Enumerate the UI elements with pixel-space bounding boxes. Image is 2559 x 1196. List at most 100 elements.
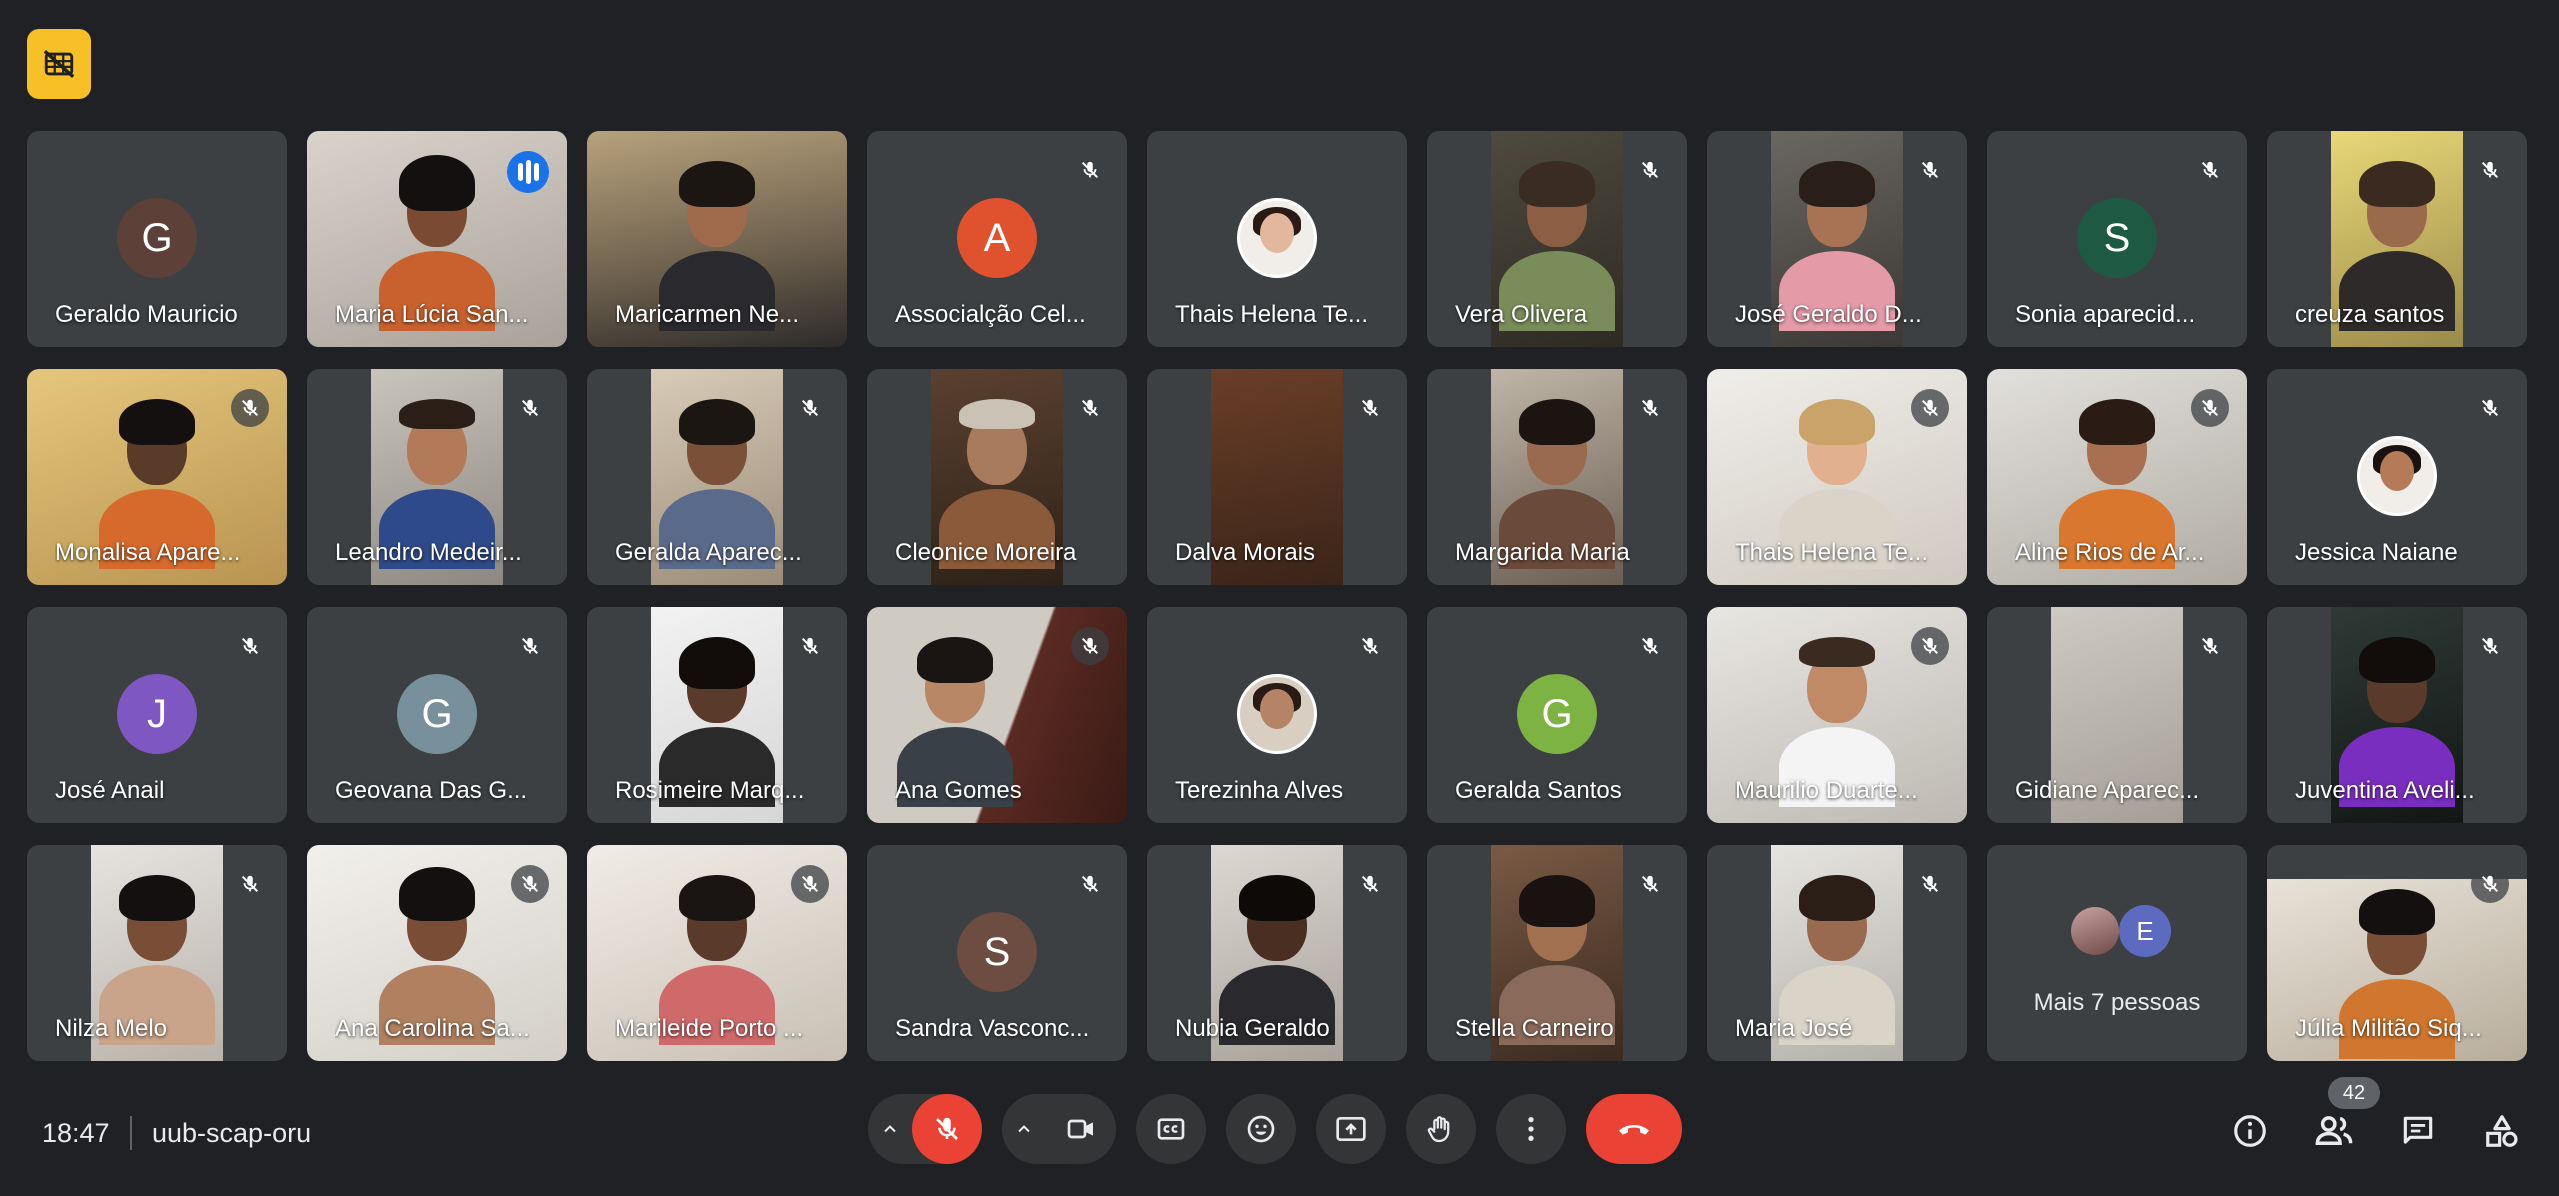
mic-off-icon: [1911, 865, 1949, 903]
participant-tile[interactable]: Ana Gomes: [867, 607, 1127, 823]
participant-tile[interactable]: Maria José: [1707, 845, 1967, 1061]
participant-tile[interactable]: José Geraldo D...: [1707, 131, 1967, 347]
participant-name: Dalva Morais: [1175, 539, 1316, 566]
reactions-button[interactable]: [1226, 1094, 1296, 1164]
participant-name: Terezinha Alves: [1175, 777, 1344, 804]
leave-call-button[interactable]: [1586, 1094, 1682, 1164]
participant-name: Associalção Cel...: [895, 301, 1086, 328]
participant-name: Geraldo Mauricio: [55, 301, 238, 328]
participant-avatar: [2071, 907, 2119, 955]
participant-tile[interactable]: Nubia Geraldo: [1147, 845, 1407, 1061]
participant-name: Maricarmen Ne...: [615, 301, 800, 328]
participant-name: Ana Carolina Sa...: [335, 1015, 530, 1042]
participant-tile[interactable]: Vera Olivera: [1427, 131, 1687, 347]
participant-figure: [2339, 889, 2455, 1059]
participant-tile[interactable]: Terezinha Alves: [1147, 607, 1407, 823]
participant-name: Geralda Aparec...: [615, 539, 802, 566]
participant-figure: [99, 875, 215, 1045]
present-to-all-icon: [1336, 1117, 1366, 1141]
participant-figure: [1499, 875, 1615, 1045]
participant-tile[interactable]: Nilza Melo: [27, 845, 287, 1061]
chat-button[interactable]: [2391, 1104, 2445, 1158]
participant-figure: [2059, 399, 2175, 569]
participant-tile-active-speaker[interactable]: Maria Lúcia San...: [307, 131, 567, 347]
participant-tile[interactable]: creuza santos: [2267, 131, 2527, 347]
participant-tile[interactable]: G Geralda Santos: [1427, 607, 1687, 823]
participant-tile[interactable]: Gidiane Aparec...: [1987, 607, 2247, 823]
more-participants-avatars: E: [2071, 905, 2171, 957]
participant-figure: [659, 399, 775, 569]
participant-name: Geralda Santos: [1455, 777, 1622, 804]
participant-tile[interactable]: Júlia Militão Siq...: [2267, 845, 2527, 1061]
mic-off-icon: [1351, 627, 1389, 665]
participant-tile[interactable]: Thais Helena Te...: [1147, 131, 1407, 347]
people-icon: [2315, 1116, 2353, 1145]
participant-avatar: [2357, 436, 2437, 516]
no-camera-badge[interactable]: [27, 29, 91, 99]
camera-toggle-button[interactable]: [1046, 1094, 1116, 1164]
participant-tile[interactable]: Thais Helena Te...: [1707, 369, 1967, 585]
participant-tile[interactable]: Leandro Medeir...: [307, 369, 567, 585]
participant-tile[interactable]: Monalisa Apare...: [27, 369, 287, 585]
participant-tile[interactable]: Geralda Aparec...: [587, 369, 847, 585]
participant-tile[interactable]: A Associalção Cel...: [867, 131, 1127, 347]
participant-avatar: G: [117, 198, 197, 278]
participant-name: Gidiane Aparec...: [2015, 777, 2200, 804]
participant-tile[interactable]: Ana Carolina Sa...: [307, 845, 567, 1061]
meeting-time: 18:47: [42, 1118, 110, 1148]
participant-tile[interactable]: J José Anail: [27, 607, 287, 823]
participant-tile[interactable]: Cleonice Moreira: [867, 369, 1127, 585]
participant-avatar: [1237, 674, 1317, 754]
mic-off-icon: [1631, 627, 1669, 665]
more-participants-tile[interactable]: E Mais 7 pessoas: [1987, 845, 2247, 1061]
microphone-toggle-button[interactable]: [912, 1094, 982, 1164]
participant-tile[interactable]: S Sonia aparecid...: [1987, 131, 2247, 347]
participant-name: Maria José: [1735, 1015, 1853, 1042]
participant-name: Stella Carneiro: [1455, 1015, 1614, 1042]
mic-off-icon: [1631, 865, 1669, 903]
participant-name: José Anail: [55, 777, 165, 804]
mic-off-icon: [1071, 627, 1109, 665]
mic-off-icon: [2471, 865, 2509, 903]
participant-name: Nubia Geraldo: [1175, 1015, 1330, 1042]
mic-off-icon: [231, 389, 269, 427]
participant-tile[interactable]: Aline Rios de Ar...: [1987, 369, 2247, 585]
chevron-up-icon: [1018, 1125, 1030, 1133]
meeting-controls-bar: 18:47 uub-scap-oru: [0, 1090, 2559, 1180]
more-vert-icon: [1528, 1117, 1534, 1141]
meeting-details-button[interactable]: [2223, 1104, 2277, 1158]
participant-tile[interactable]: S Sandra Vasconc...: [867, 845, 1127, 1061]
participant-tile[interactable]: G Geraldo Mauricio: [27, 131, 287, 347]
participant-avatar: G: [397, 674, 477, 754]
raise-hand-button[interactable]: [1406, 1094, 1476, 1164]
audio-options-button[interactable]: [868, 1094, 912, 1164]
participant-tile[interactable]: Stella Carneiro: [1427, 845, 1687, 1061]
participant-tile[interactable]: Juventina Aveli...: [2267, 607, 2527, 823]
participant-tile[interactable]: Margarida Maria: [1427, 369, 1687, 585]
mic-off-icon: [2191, 389, 2229, 427]
participant-avatar: A: [957, 198, 1037, 278]
participant-tile[interactable]: Maurilio Duarte...: [1707, 607, 1967, 823]
participant-tile[interactable]: Jessica Naiane: [2267, 369, 2527, 585]
participant-figure: [939, 399, 1055, 569]
participant-tile[interactable]: Maricarmen Ne...: [587, 131, 847, 347]
mic-off-icon: [1911, 389, 1949, 427]
more-options-button[interactable]: [1496, 1094, 1566, 1164]
video-options-button[interactable]: [1002, 1094, 1046, 1164]
people-button[interactable]: [2307, 1104, 2361, 1158]
divider: [130, 1116, 132, 1150]
activities-button[interactable]: [2475, 1104, 2529, 1158]
participant-tile[interactable]: G Geovana Das G...: [307, 607, 567, 823]
participant-tile[interactable]: Dalva Morais: [1147, 369, 1407, 585]
mic-off-icon: [936, 1117, 958, 1140]
more-participants-label: Mais 7 pessoas: [2033, 989, 2201, 1016]
participant-name: Juventina Aveli...: [2295, 777, 2475, 804]
present-screen-button[interactable]: [1316, 1094, 1386, 1164]
participant-figure: [897, 637, 1013, 807]
participant-tile[interactable]: Rosimeire Marq...: [587, 607, 847, 823]
participant-tile[interactable]: Marileide Porto ...: [587, 845, 847, 1061]
captions-button[interactable]: [1136, 1094, 1206, 1164]
participant-figure: [1499, 161, 1615, 331]
participant-figure: [379, 155, 495, 331]
videocam-icon: [1067, 1119, 1093, 1139]
